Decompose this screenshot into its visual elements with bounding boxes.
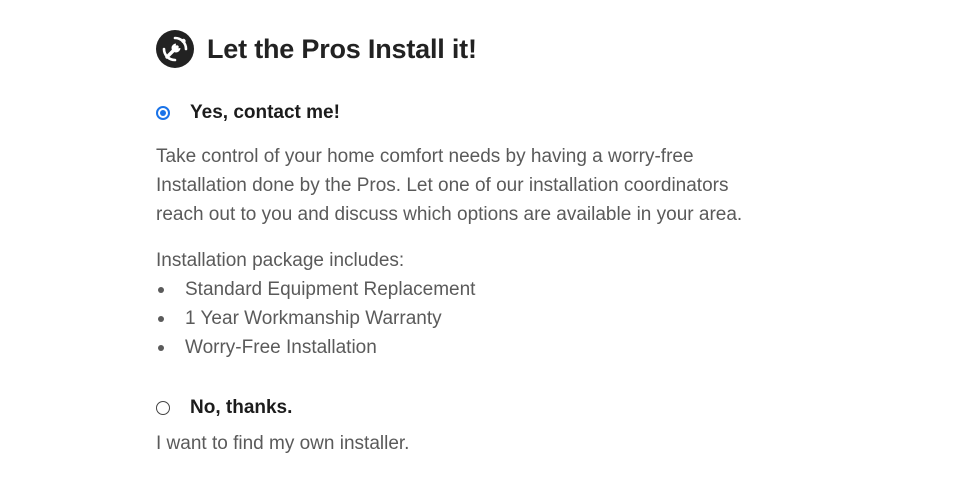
wrench-gear-icon — [156, 30, 194, 68]
list-item: Worry-Free Installation — [156, 333, 475, 362]
no-option-label[interactable]: No, thanks. — [190, 397, 292, 419]
no-radio-button[interactable] — [156, 401, 170, 415]
list-item: 1 Year Workmanship Warranty — [156, 304, 475, 333]
no-thanks-option[interactable]: No, thanks. — [156, 397, 292, 419]
package-list: Standard Equipment Replacement 1 Year Wo… — [156, 275, 475, 362]
description-line: Take control of your home comfort needs … — [156, 146, 694, 167]
list-item-text: Standard Equipment Replacement — [185, 279, 476, 300]
list-item: Standard Equipment Replacement — [156, 275, 475, 304]
list-item-text: 1 Year Workmanship Warranty — [185, 308, 442, 329]
package-heading: Installation package includes: — [156, 250, 405, 271]
description-line: reach out to you and discuss which optio… — [156, 204, 743, 225]
section-header: Let the Pros Install it! — [156, 30, 477, 68]
yes-option-label[interactable]: Yes, contact me! — [190, 102, 340, 124]
no-option-description: I want to find my own installer. — [156, 433, 410, 454]
yes-contact-option[interactable]: Yes, contact me! — [156, 102, 340, 124]
page-title: Let the Pros Install it! — [207, 33, 477, 64]
bullet-icon — [158, 345, 164, 351]
bullet-icon — [158, 287, 164, 293]
install-description: Take control of your home comfort needs … — [156, 142, 796, 229]
bullet-icon — [158, 316, 164, 322]
yes-radio-button[interactable] — [156, 106, 170, 120]
description-line: Installation done by the Pros. Let one o… — [156, 175, 729, 196]
list-item-text: Worry-Free Installation — [185, 337, 377, 358]
